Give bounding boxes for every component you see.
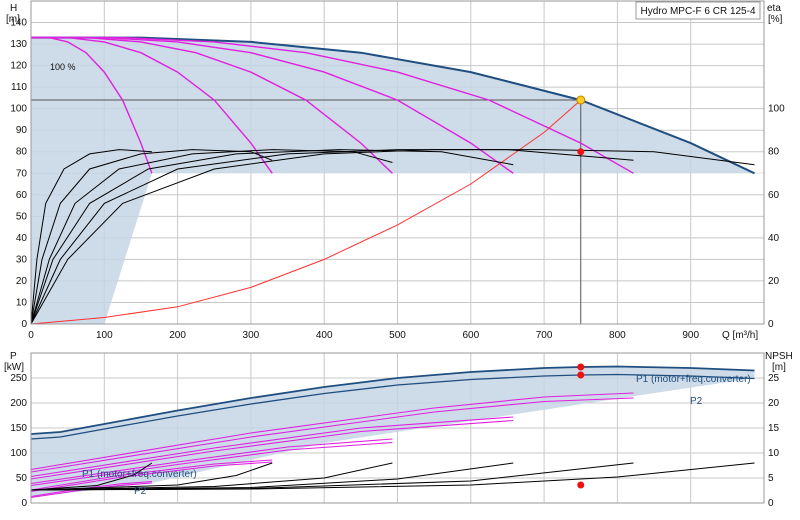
power-axis-label: P xyxy=(10,351,17,362)
head-tick-label: 90 xyxy=(16,125,28,136)
x-tick-label: 100 xyxy=(96,330,113,341)
head-tick-label: 100 xyxy=(10,104,27,115)
p2-reduced-label: P2 xyxy=(134,486,147,497)
npsh-tick-label: 5 xyxy=(768,473,774,484)
head-tick-label: 30 xyxy=(16,254,28,265)
npsh-axis-label: NPSH xyxy=(765,351,793,362)
head-tick-label: 120 xyxy=(10,61,27,72)
x-tick-label: 200 xyxy=(169,330,186,341)
duty-point-marker xyxy=(576,95,586,105)
x-tick-label: 600 xyxy=(462,330,479,341)
power-tick-label: 50 xyxy=(16,473,28,484)
x-tick-label: 800 xyxy=(609,330,626,341)
eta-tick-label: 60 xyxy=(768,190,780,201)
x-tick-label: 500 xyxy=(389,330,406,341)
p1-reduced-label: P1 (motor+freq.converter) xyxy=(82,469,197,480)
eta-tick-label: 40 xyxy=(768,233,780,244)
head-tick-label: 70 xyxy=(16,168,28,179)
npsh-tick-label: 0 xyxy=(768,498,774,509)
head-efficiency-panel: 0 100 200 300 400 500 600 700 800 900010203040506… xyxy=(10,0,785,341)
power-tick-label: 250 xyxy=(10,373,27,384)
speed-label: 100 % xyxy=(50,62,76,72)
npsh-tick-label: 15 xyxy=(768,423,780,434)
p1-point-marker xyxy=(577,363,585,371)
pump-performance-chart: 0 100 200 300 400 500 600 700 800 900010203040506… xyxy=(4,0,793,509)
x-tick-label: 0 xyxy=(28,330,34,341)
head-axis-unit: [m] xyxy=(6,14,20,25)
power-tick-label: 200 xyxy=(10,398,27,409)
eta-tick-label: 20 xyxy=(768,276,780,287)
power-tick-label: 100 xyxy=(10,448,27,459)
eta-tick-label: 80 xyxy=(768,147,780,158)
p2-curve-label: P2 xyxy=(690,396,703,407)
head-tick-label: 40 xyxy=(16,233,28,244)
head-axis-label: H xyxy=(10,3,17,14)
p1-curve-label: P1 (motor+freq.converter) xyxy=(636,374,751,385)
head-tick-label: 110 xyxy=(11,82,27,93)
eta-tick-label: 0 xyxy=(768,319,774,330)
x-tick-label: 900 xyxy=(682,330,699,341)
head-tick-label: 50 xyxy=(16,211,28,222)
npsh-tick-label: 25 xyxy=(768,373,780,384)
npsh-tick-label: 20 xyxy=(768,398,780,409)
power-tick-label: 150 xyxy=(10,423,27,434)
head-tick-label: 60 xyxy=(16,190,28,201)
head-tick-label: 10 xyxy=(16,297,28,308)
chart-title: Hydro MPC-F 6 CR 125-4 xyxy=(640,6,755,17)
eta-axis-label: eta xyxy=(767,3,781,14)
head-tick-label: 130 xyxy=(10,39,27,50)
head-tick-label: 0 xyxy=(21,319,27,330)
eta-axis-unit: [%] xyxy=(768,14,783,25)
p2-point-marker xyxy=(577,371,585,379)
head-tick-label: 80 xyxy=(16,147,28,158)
x-tick-label: 400 xyxy=(316,330,333,341)
head-tick-label: 20 xyxy=(16,276,28,287)
x-tick-label: 700 xyxy=(536,330,553,341)
power-tick-label: 0 xyxy=(21,498,27,509)
power-axis-unit: [kW] xyxy=(4,362,24,373)
npsh-point-marker xyxy=(577,481,585,489)
eta-tick-label: 100 xyxy=(768,104,785,115)
flow-axis-label: Q [m³/h] xyxy=(722,330,758,341)
envelope-cut xyxy=(151,173,764,324)
npsh-axis-unit: [m] xyxy=(772,362,786,373)
efficiency-point-marker xyxy=(577,148,585,156)
x-tick-label: 300 xyxy=(243,330,260,341)
npsh-tick-label: 10 xyxy=(768,448,780,459)
